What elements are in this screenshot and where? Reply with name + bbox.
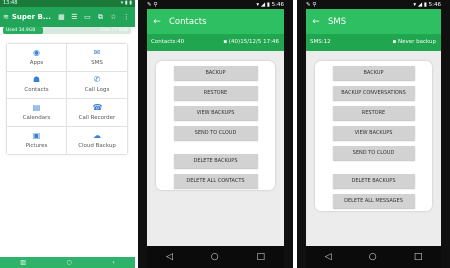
list-view-icon[interactable]: ☰: [71, 13, 78, 21]
nav-bar: ◁ ○ □: [306, 246, 441, 268]
grid-item-label: Pictures: [25, 142, 48, 149]
call-recorder-icon: ☎: [92, 102, 103, 112]
wifi-icon: ≋: [3, 13, 9, 21]
contacts-icon: ☗: [32, 75, 41, 85]
nav-bar: ◁ ○ □: [147, 246, 284, 268]
view-backups-button[interactable]: VIEW BACKUPS: [173, 106, 258, 120]
app-bar: ← Contacts: [147, 9, 284, 34]
backup-button[interactable]: BACKUP: [173, 66, 258, 80]
sms-count: SMS:12: [310, 39, 331, 45]
restore-button[interactable]: RESTORE: [173, 86, 258, 100]
info-bar: Contacts:40 ▪ (40)15/12/5 17:46: [147, 34, 284, 51]
backup-button[interactable]: BACKUP: [332, 66, 415, 80]
grid-item-sms[interactable]: ✉ SMS: [67, 44, 127, 72]
recents-nav-icon[interactable]: □: [257, 252, 266, 262]
delete-all-contacts-button[interactable]: DELETE ALL CONTACTS: [173, 174, 258, 188]
screen-icon[interactable]: ▭: [84, 13, 91, 21]
storage-bar: Used 34.9GB Free 77.6GB: [3, 27, 131, 34]
content-area: BACKUP BACKUP CONVERSATIONS RESTORE VIEW…: [306, 51, 441, 246]
backup-conversations-button[interactable]: BACKUP CONVERSATIONS: [332, 86, 415, 100]
status-time: 13:48: [3, 0, 18, 6]
actions-card: BACKUP RESTORE VIEW BACKUPS SEND TO CLOU…: [156, 61, 275, 190]
notification-icons: ✎ ⚲: [147, 2, 158, 8]
page-title: Contacts: [169, 16, 207, 27]
storage-used-label: Used 34.9GB: [6, 28, 36, 33]
send-to-cloud-button[interactable]: SEND TO CLOUD: [332, 146, 415, 160]
delete-backups-button[interactable]: DELETE BACKUPS: [173, 154, 258, 168]
cloud-backup-icon: ☁: [93, 130, 101, 140]
last-backup: ▪ Never backup: [392, 34, 436, 51]
notification-icons: ✎ ⚲: [306, 2, 317, 8]
sms-screen: ✎ ⚲ ▾ ◢ ▮ 5:46 ← SMS SMS:12 ▪ Never back…: [297, 0, 450, 268]
save-icon: ▪: [223, 39, 228, 45]
status-right: ▾ ◢ ▮ 5:46: [256, 2, 284, 8]
home-nav-icon[interactable]: ○: [369, 252, 377, 262]
android-icon: ◉: [33, 47, 40, 57]
view-backups-button[interactable]: VIEW BACKUPS: [332, 126, 415, 140]
grid-item-label: Cloud Backup: [78, 142, 116, 149]
contacts-count: Contacts:40: [151, 39, 185, 45]
delete-all-messages-button[interactable]: DELETE ALL MESSAGES: [332, 194, 415, 208]
grid-item-pictures[interactable]: ▣ Pictures: [7, 126, 67, 154]
status-bar: 13:48 ▾ ▮ ▮: [0, 0, 135, 7]
delete-backups-button[interactable]: DELETE BACKUPS: [332, 174, 415, 188]
feature-grid: ◉ Apps ✉ SMS ☗ Contacts ✆ Call Logs ▤ Ca…: [7, 44, 127, 154]
nav-bar: ▥ ○ ‹: [0, 257, 135, 268]
back-arrow-icon[interactable]: ←: [310, 17, 322, 27]
grid-item-label: Contacts: [24, 87, 49, 94]
calendar-icon: ▤: [32, 102, 41, 112]
grid-view-icon[interactable]: ▦: [58, 13, 65, 21]
last-backup-text: Never backup: [397, 39, 436, 45]
save-icon: ▪: [392, 39, 397, 45]
app-title: Super B...: [11, 13, 51, 21]
info-bar: SMS:12 ▪ Never backup: [306, 34, 441, 51]
app-bar: ← SMS: [306, 9, 441, 34]
recents-nav-icon[interactable]: ▥: [20, 259, 26, 266]
grid-item-label: Apps: [29, 59, 44, 66]
star-icon[interactable]: ☆: [110, 13, 117, 21]
home-nav-icon[interactable]: ○: [66, 259, 71, 266]
home-screen: 13:48 ▾ ▮ ▮ ≋ Super B... ▦ ☰ ▭ ⧉ ☆ ⋮ Use…: [0, 0, 135, 268]
grid-item-label: Calendars: [22, 114, 51, 121]
grid-item-call-recorder[interactable]: ☎ Call Recorder: [67, 99, 127, 127]
last-backup-text: (40)15/12/5 17:46: [228, 39, 279, 45]
recents-nav-icon[interactable]: □: [414, 252, 423, 262]
grid-item-call-logs[interactable]: ✆ Call Logs: [67, 72, 127, 99]
page-title: SMS: [328, 16, 347, 27]
send-to-cloud-button[interactable]: SEND TO CLOUD: [173, 126, 258, 140]
grid-item-label: Call Logs: [84, 87, 110, 94]
grid-item-label: SMS: [91, 59, 103, 66]
restore-button[interactable]: RESTORE: [332, 106, 415, 120]
cast-icon[interactable]: ⧉: [97, 13, 104, 21]
sms-icon: ✉: [93, 47, 101, 57]
grid-item-label: Call Recorder: [78, 114, 116, 121]
status-bar: ✎ ⚲ ▾ ◢ ▮ 5:46: [147, 1, 284, 9]
status-time: 5:46: [428, 2, 441, 8]
status-time: 5:46: [271, 2, 284, 8]
home-nav-icon[interactable]: ○: [211, 252, 219, 262]
actions-card: BACKUP BACKUP CONVERSATIONS RESTORE VIEW…: [315, 61, 432, 211]
status-bar: ✎ ⚲ ▾ ◢ ▮ 5:46: [306, 1, 441, 9]
grid-item-calendars[interactable]: ▤ Calendars: [7, 99, 67, 127]
last-backup: ▪ (40)15/12/5 17:46: [223, 34, 279, 51]
app-bar: ≋ Super B... ▦ ☰ ▭ ⧉ ☆ ⋮: [0, 7, 135, 27]
storage-free-label: Free 77.6GB: [100, 28, 128, 33]
grid-item-apps[interactable]: ◉ Apps: [7, 44, 67, 72]
content-area: BACKUP RESTORE VIEW BACKUPS SEND TO CLOU…: [147, 51, 284, 246]
grid-item-contacts[interactable]: ☗ Contacts: [7, 71, 67, 99]
status-right: ▾ ◢ ▮ 5:46: [413, 2, 441, 8]
back-arrow-icon[interactable]: ←: [151, 17, 163, 27]
call-logs-icon: ✆: [93, 75, 101, 85]
contacts-screen: ✎ ⚲ ▾ ◢ ▮ 5:46 ← Contacts Contacts:40 ▪ …: [138, 0, 293, 268]
more-menu-icon[interactable]: ⋮: [123, 13, 130, 21]
pictures-icon: ▣: [32, 130, 41, 140]
back-nav-icon[interactable]: ◁: [166, 252, 173, 262]
back-nav-icon[interactable]: ◁: [325, 252, 332, 262]
grid-item-cloud-backup[interactable]: ☁ Cloud Backup: [67, 127, 127, 155]
back-nav-icon[interactable]: ‹: [112, 259, 114, 266]
status-icons: ▾ ▮ ▮: [120, 0, 132, 6]
